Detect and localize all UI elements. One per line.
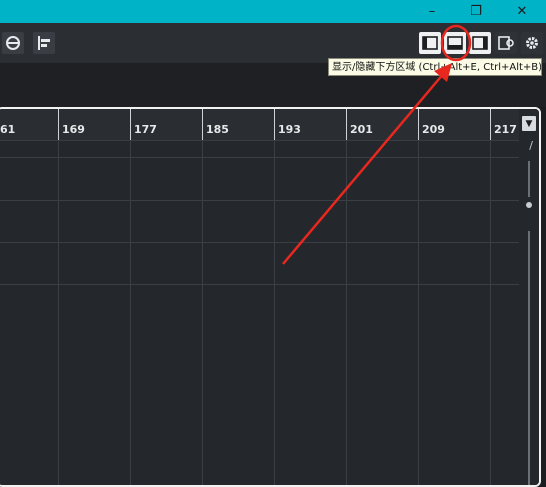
- annotation-overlay: [282, 24, 472, 265]
- annotation-arrow-head: [434, 63, 452, 82]
- annotation-arrow-shaft: [282, 72, 445, 265]
- highlight-circle: [440, 24, 472, 62]
